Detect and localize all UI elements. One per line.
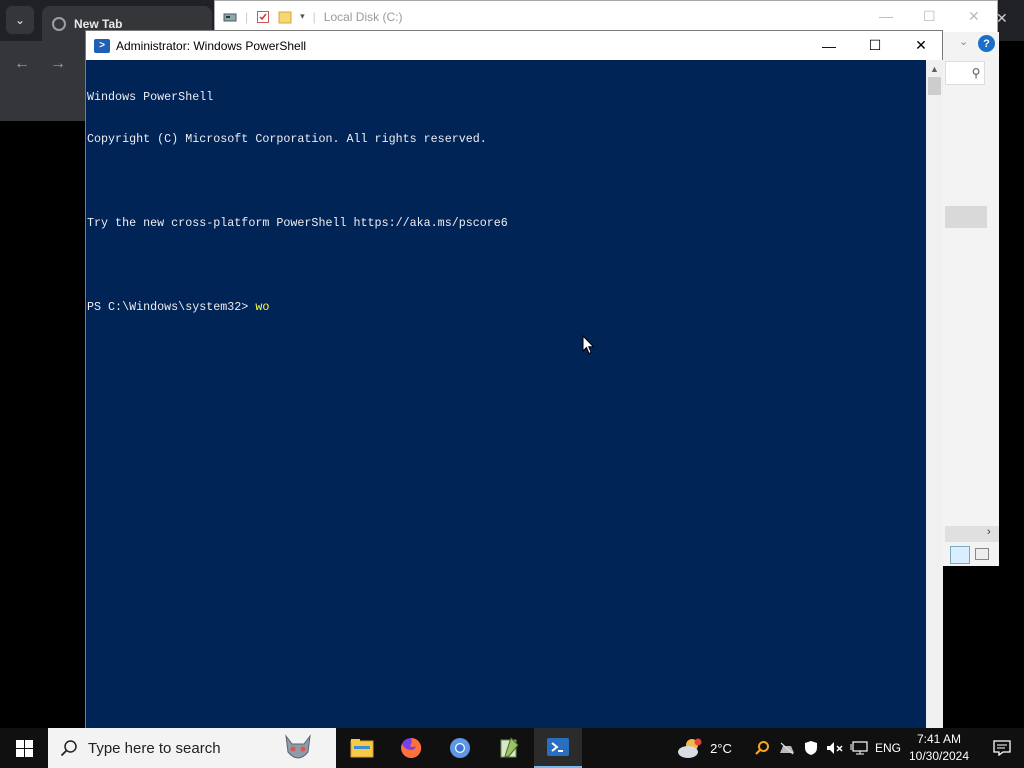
- language-indicator[interactable]: ENG: [872, 728, 904, 768]
- powershell-icon: >: [94, 38, 110, 53]
- taskbar-firefox[interactable]: [387, 728, 435, 768]
- console-line: Windows PowerShell: [87, 90, 214, 104]
- security-shield-icon[interactable]: [801, 728, 821, 768]
- powershell-icon: [547, 738, 569, 756]
- taskbar-file-explorer[interactable]: [338, 728, 386, 768]
- notifications-button[interactable]: [980, 728, 1024, 768]
- scroll-right-icon[interactable]: ›: [987, 526, 991, 538]
- clock-date: 10/30/2024: [908, 749, 970, 763]
- scrollbar-thumb[interactable]: [928, 77, 941, 95]
- properties-icon[interactable]: [256, 10, 270, 24]
- powershell-window: > Administrator: Windows PowerShell — ☐ …: [85, 30, 943, 728]
- taskbar: Type here to search 2°C ENG 7:41 AM 10/3…: [0, 728, 1024, 768]
- display-icon[interactable]: [848, 728, 870, 768]
- clock-time: 7:41 AM: [916, 732, 962, 746]
- weather-widget[interactable]: [674, 728, 706, 768]
- notification-icon: [993, 740, 1011, 756]
- browser-tab-label: New Tab: [74, 16, 123, 31]
- new-folder-icon[interactable]: [278, 10, 292, 24]
- start-button[interactable]: [0, 728, 48, 768]
- large-icons-view-icon[interactable]: [975, 548, 989, 560]
- search-highlight-icon: [285, 734, 311, 759]
- powershell-titlebar[interactable]: > Administrator: Windows PowerShell — ☐ …: [86, 31, 942, 60]
- minimize-button[interactable]: —: [806, 31, 852, 60]
- vertical-scrollbar[interactable]: ▲: [926, 60, 943, 728]
- explorer-close-button[interactable]: ✕: [968, 8, 980, 25]
- tab-search-dropdown-button[interactable]: ⌄: [6, 6, 34, 34]
- details-view-icon[interactable]: [950, 546, 970, 564]
- explorer-content-pane: [942, 32, 999, 566]
- globe-icon: [52, 16, 66, 31]
- taskbar-notepad-plus-plus[interactable]: [485, 728, 533, 768]
- prompt-text: PS C:\Windows\system32>: [87, 300, 256, 314]
- prompt-line[interactable]: PS C:\Windows\system32> wo: [87, 300, 926, 314]
- taskbar-powershell[interactable]: [534, 728, 582, 768]
- network-icon[interactable]: [776, 728, 798, 768]
- window-title: Administrator: Windows PowerShell: [116, 38, 307, 53]
- console-output[interactable]: Windows PowerShell Copyright (C) Microso…: [86, 60, 926, 728]
- command-input[interactable]: wo: [255, 300, 269, 314]
- drive-icon: [223, 10, 237, 24]
- maximize-button[interactable]: ☐: [852, 31, 898, 60]
- back-button[interactable]: ←: [14, 55, 30, 73]
- ribbon-expand-chevron-icon[interactable]: ⌄: [959, 35, 968, 48]
- clock[interactable]: 7:41 AM 10/30/2024: [905, 731, 973, 765]
- cloudy-weather-icon: [678, 738, 702, 758]
- customize-qat-icon[interactable]: ▾: [300, 11, 305, 22]
- taskbar-chromium[interactable]: [436, 728, 484, 768]
- selected-item-row[interactable]: [945, 206, 987, 228]
- volume-muted-icon[interactable]: [824, 728, 846, 768]
- explorer-search-box[interactable]: ⚲: [945, 61, 985, 85]
- forward-button[interactable]: →: [50, 55, 66, 73]
- close-button[interactable]: ✕: [898, 31, 944, 60]
- file-explorer-icon: [350, 739, 374, 758]
- taskbar-search-box[interactable]: Type here to search: [48, 728, 336, 768]
- weather-temperature[interactable]: 2°C: [706, 728, 736, 768]
- search-icon: [60, 740, 77, 757]
- console-line: Copyright (C) Microsoft Corporation. All…: [87, 132, 487, 146]
- notepad-plus-plus-icon: [500, 737, 519, 758]
- console-line: Try the new cross-platform PowerShell ht…: [87, 216, 508, 230]
- scroll-up-icon[interactable]: ▲: [926, 60, 943, 77]
- search-tray-icon[interactable]: [752, 728, 772, 768]
- desktop: ⌄ New Tab ✕ ← → | ▾ | Local Disk (C:) —: [0, 0, 1024, 768]
- search-placeholder: Type here to search: [88, 739, 221, 757]
- explorer-title: Local Disk (C:): [323, 9, 403, 24]
- help-icon[interactable]: ?: [978, 35, 995, 52]
- windows-logo-icon: [15, 739, 33, 757]
- chromium-icon: [450, 738, 470, 758]
- search-icon: ⚲: [971, 66, 981, 80]
- firefox-icon: [401, 737, 422, 758]
- explorer-maximize-button[interactable]: ☐: [923, 8, 936, 25]
- explorer-minimize-button[interactable]: —: [879, 8, 893, 24]
